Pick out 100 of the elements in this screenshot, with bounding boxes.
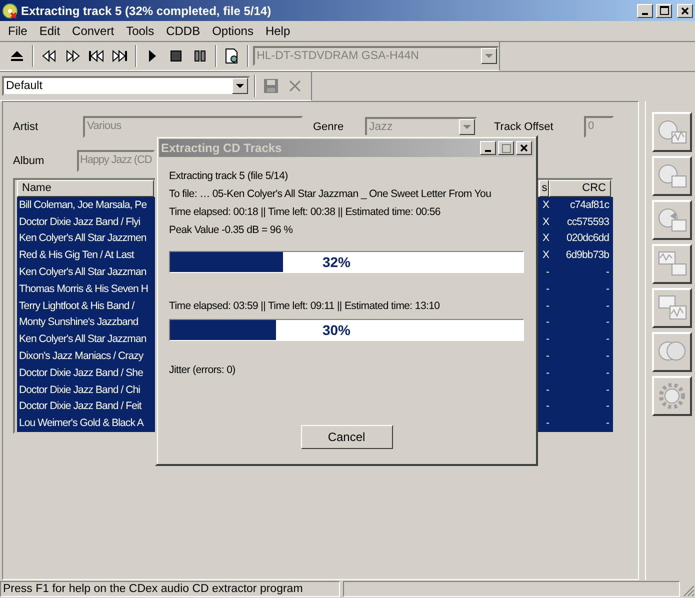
- table-cell-text: -: [544, 315, 549, 330]
- cancel-button[interactable]: Cancel: [300, 425, 392, 449]
- menu-item[interactable]: Convert: [66, 24, 120, 38]
- table-cell-text: -: [544, 332, 549, 348]
- table-cell-text: cc575593: [566, 214, 610, 230]
- table-cell-text: -: [544, 282, 549, 297]
- dropdown-arrow-icon: [236, 84, 244, 88]
- table-cell-text: -: [544, 382, 549, 398]
- table-cell-text: Thomas Morris & His Seven H: [18, 282, 150, 297]
- table-cell-text: 020dc6dd: [565, 231, 610, 246]
- minimize-button[interactable]: [480, 141, 496, 155]
- action-button[interactable]: [652, 112, 692, 152]
- table-cell-text: -: [604, 399, 610, 414]
- table-cell-text: Doctor Dixie Jazz Band / Feit: [18, 399, 143, 414]
- menu-item[interactable]: Options: [206, 24, 260, 38]
- action-button[interactable]: [652, 332, 692, 372]
- table-cell-text: Bill Coleman, Joe Marsala, Pe: [18, 198, 148, 213]
- table-cell-text: -: [604, 298, 610, 314]
- table-cell-text: X: [541, 214, 549, 230]
- maximize-icon: [502, 144, 510, 152]
- table-cell-text: -: [544, 366, 549, 381]
- table-cell-text: -: [544, 264, 549, 280]
- table-cell-text: Terry Lightfoot & His Band /: [18, 298, 136, 314]
- table-cell-text: -: [544, 348, 549, 364]
- peak-line: Peak Value -0.35 dB = 96 %: [169, 223, 293, 238]
- window-title: Extracting track 5 (32% completed, file 5/14): [21, 4, 272, 18]
- action-button[interactable]: [652, 288, 692, 328]
- disc-icon: [2, 2, 18, 18]
- table-cell-text: -: [604, 348, 610, 364]
- table-cell-text: -: [604, 382, 610, 398]
- close-icon: [287, 78, 303, 94]
- maximize-icon: [660, 6, 668, 15]
- close-button[interactable]: [677, 4, 693, 18]
- column-header[interactable]: s: [539, 180, 550, 197]
- menu-item[interactable]: Help: [259, 24, 296, 38]
- action-button[interactable]: [652, 244, 692, 284]
- save-icon: [263, 78, 279, 94]
- table-cell-text: X: [541, 231, 549, 246]
- table-cell-text: Doctor Dixie Jazz Band / Flyi: [18, 214, 142, 230]
- eject-icon: [8, 48, 25, 64]
- field-label: Album: [13, 155, 46, 167]
- close-icon: [520, 144, 528, 152]
- time-line: Time elapsed: 00:18 || Time left: 00:38 || Estimated time: 00:56: [169, 205, 440, 220]
- table-cell-text: Doctor Dixie Jazz Band / Chi: [18, 382, 142, 398]
- rewind-icon: [40, 48, 57, 64]
- minimize-icon: [642, 12, 648, 14]
- table-cell-text: -: [604, 332, 610, 348]
- table-cell-text: 6d9bb73b: [564, 248, 610, 264]
- table-cell-text: Ken Colyer's All Star Jazzmen: [18, 231, 148, 246]
- table-cell-text: X: [541, 248, 549, 264]
- table-cell-text: -: [544, 298, 549, 314]
- pause-icon: [192, 48, 208, 64]
- jitter-line: Jitter (errors: 0): [169, 363, 236, 378]
- table-cell-text: X: [541, 198, 549, 213]
- dropdown-arrow-icon: [463, 124, 471, 130]
- close-button[interactable]: [516, 141, 532, 155]
- fast-forward-icon: [64, 48, 81, 64]
- menu-item[interactable]: Edit: [33, 24, 66, 38]
- table-cell-text: Monty Sunshine's Jazzband: [18, 315, 140, 330]
- stop-icon: [168, 48, 184, 64]
- table-cell-text: -: [544, 416, 549, 432]
- action-button[interactable]: [652, 156, 692, 196]
- table-cell-text: Lou Weimer's Gold & Black A: [18, 416, 145, 432]
- progress-percent: 30%: [322, 322, 351, 338]
- column-header[interactable]: Name: [17, 180, 154, 197]
- table-cell-text: -: [604, 264, 610, 280]
- status-line: Extracting track 5 (file 5/14): [169, 169, 288, 184]
- table-cell-text: -: [604, 366, 610, 381]
- table-cell-text: Dixon's Jazz Maniacs / Crazy: [18, 348, 144, 364]
- menu-item[interactable]: CDDB: [160, 24, 206, 38]
- menu-item[interactable]: File: [2, 24, 34, 38]
- table-cell-text: -: [604, 416, 610, 432]
- minimize-icon: [485, 150, 491, 152]
- progress-percent: 32%: [322, 254, 351, 270]
- field-label: Genre: [313, 121, 345, 133]
- time-line: Time elapsed: 03:59 || Time left: 09:11 || Estimated time: 13:10: [169, 299, 440, 314]
- status-text: Press F1 for help on the CDex audio CD extractor program: [0, 581, 340, 597]
- minimize-button[interactable]: [637, 4, 653, 18]
- table-cell-text: c74af81c: [568, 198, 610, 213]
- table-cell-text: Ken Colyer's All Star Jazzman: [18, 332, 148, 348]
- skip-forward-icon: [112, 48, 128, 64]
- table-cell-text: Doctor Dixie Jazz Band / She: [18, 366, 144, 381]
- action-button[interactable]: [652, 200, 692, 240]
- maximize-button[interactable]: [656, 4, 672, 18]
- close-icon: [681, 6, 689, 14]
- table-cell-text: Red & His Gig Ten / At Last: [18, 248, 136, 264]
- field-label: Track Offset: [494, 121, 554, 133]
- gear-icon: [656, 380, 688, 412]
- action-button[interactable]: [652, 376, 692, 416]
- resize-grip-icon: [683, 585, 695, 597]
- file-line: To file: … 05-Ken Colyer's All Star Jazzman _ One Sweet Letter From You: [169, 187, 492, 202]
- maximize-button[interactable]: [498, 141, 514, 155]
- skip-back-icon: [88, 48, 104, 64]
- menu-item[interactable]: Tools: [120, 24, 160, 38]
- field-label: Artist: [13, 121, 40, 133]
- dialog-title: Extracting CD Tracks: [161, 141, 283, 155]
- profile-select[interactable]: Default: [2, 76, 250, 96]
- column-header[interactable]: CRC: [549, 180, 611, 197]
- table-cell-text: -: [544, 399, 549, 414]
- dropdown-arrow-icon: [484, 54, 493, 58]
